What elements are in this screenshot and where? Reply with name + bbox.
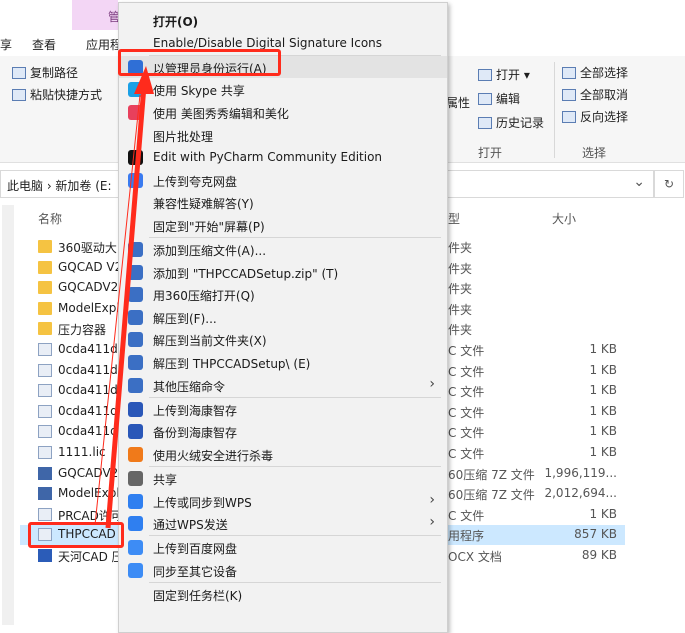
annotation-arrow-thin-line bbox=[94, 94, 141, 526]
annotation-arrow bbox=[94, 66, 154, 529]
annotation-arrow-head bbox=[134, 66, 154, 94]
annotation-arrow-line bbox=[105, 85, 147, 529]
